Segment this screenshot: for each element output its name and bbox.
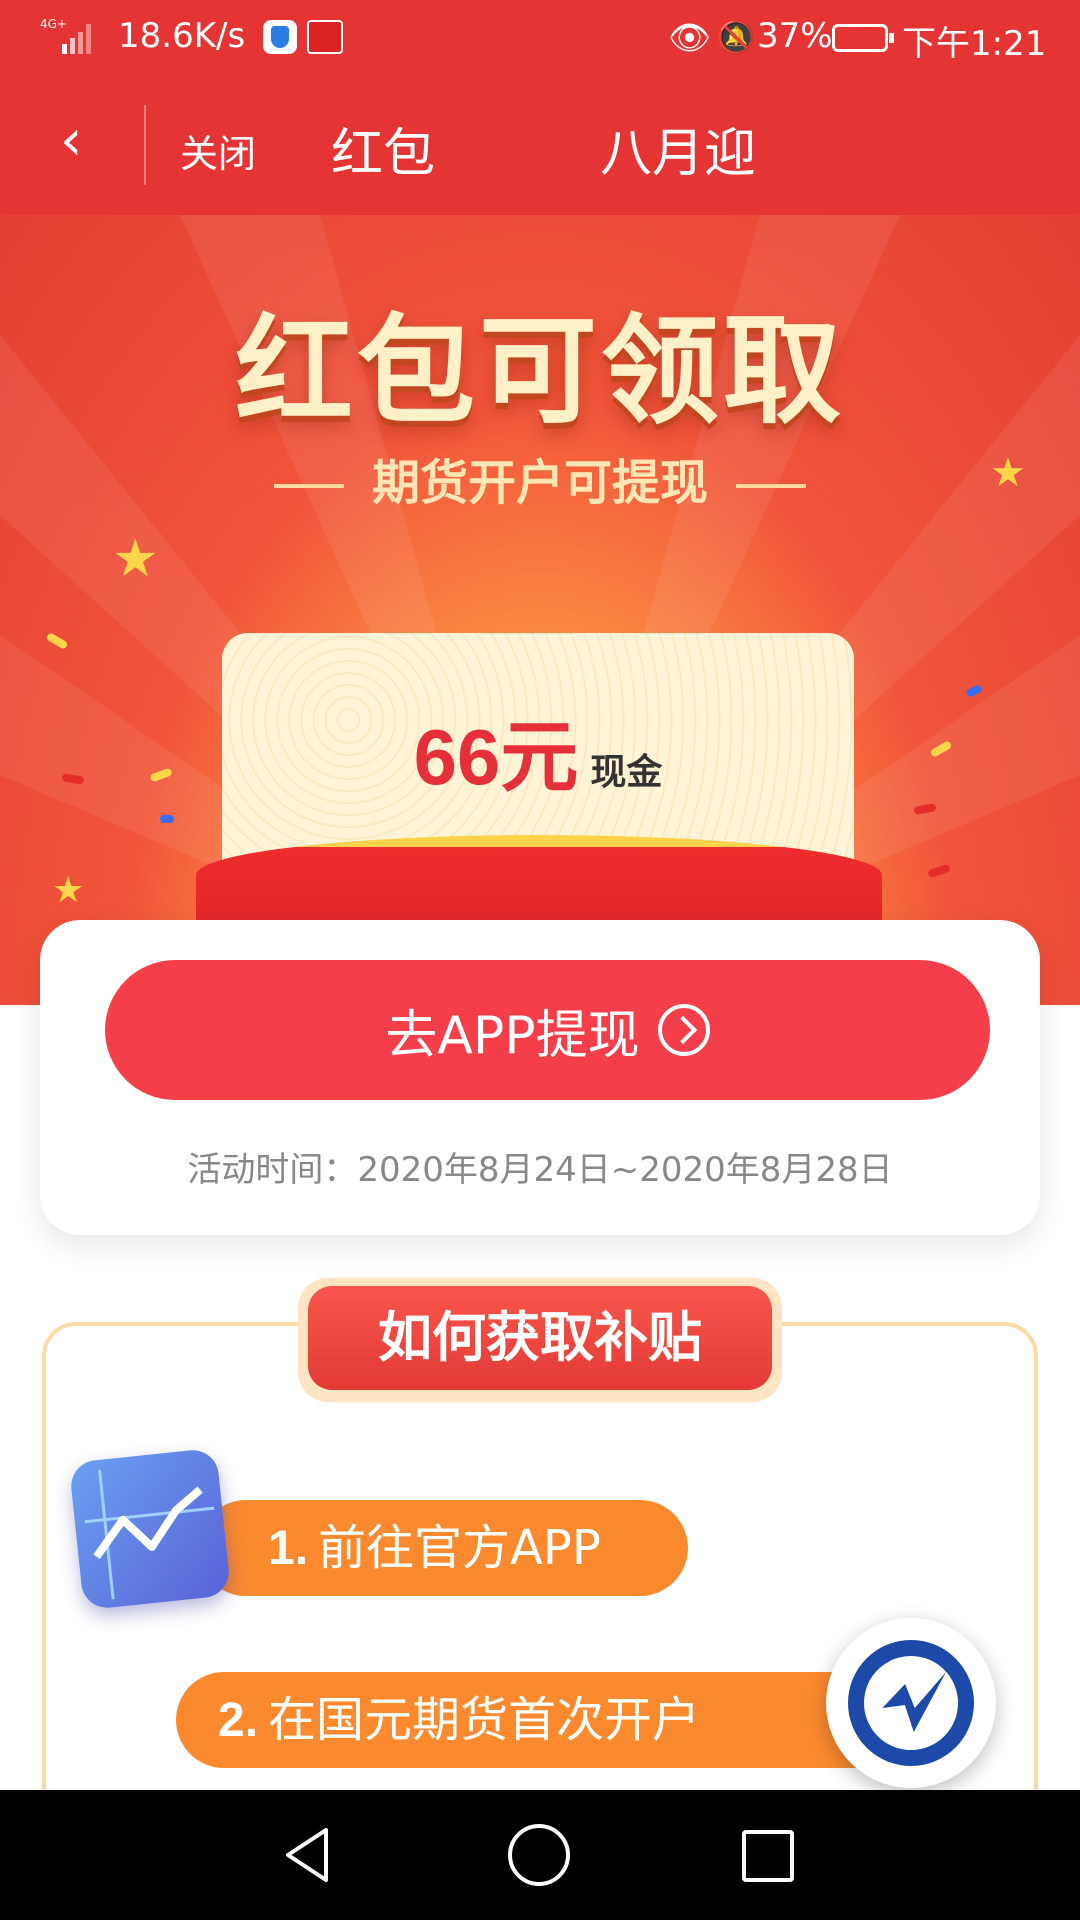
battery-percent: 37%: [757, 16, 833, 56]
withdraw-card: 去APP提现 活动时间：2020年8月24日~2020年8月28日: [40, 920, 1040, 1235]
amount-unit: 现金: [590, 752, 663, 793]
step-number: 2.: [218, 1694, 259, 1747]
confetti: [160, 815, 174, 823]
step-text: 前往官方APP: [318, 1520, 601, 1576]
status-bar: 4G+ 18.6K/s 👁 🔕 37% 下午1:21: [0, 0, 1080, 75]
howto-title: 如何获取补贴: [308, 1286, 772, 1390]
step-item-1: 1. 前往官方APP: [198, 1500, 688, 1596]
hero-subtitle: 期货开户可提现: [0, 443, 1080, 513]
step-number: 1.: [268, 1522, 309, 1575]
chevron-right-circle-icon: [657, 1004, 710, 1056]
battery-icon: [832, 24, 894, 52]
web-nav-bar: ‹ 关闭 红包 八月迎: [0, 75, 1080, 215]
svg-text:4G+: 4G+: [40, 17, 67, 31]
star-decoration: ★: [112, 529, 159, 589]
activity-period: 活动时间：2020年8月24日~2020年8月28日: [187, 1150, 893, 1190]
chart-app-icon: [68, 1447, 232, 1611]
cta-label: 去APP提现: [385, 1005, 640, 1066]
go-to-app-withdraw-button[interactable]: 去APP提现: [105, 960, 990, 1100]
amount-display: 66元 现金: [222, 695, 854, 807]
nav-home-icon[interactable]: [508, 1824, 570, 1886]
nav-recent-icon[interactable]: [742, 1830, 794, 1882]
clock: 下午1:21: [902, 24, 1047, 64]
hero-title: 红包可领取: [234, 301, 845, 440]
page-title-marquee: 红包 八月迎: [290, 111, 790, 181]
eye-icon: 👁: [668, 18, 712, 58]
app-notification-icon: [307, 20, 343, 54]
hero-subtitle-text: 期货开户可提现: [371, 455, 708, 511]
back-arrow-icon[interactable]: ‹: [60, 113, 120, 173]
mute-icon: 🔕: [716, 18, 756, 56]
shield-icon: [263, 20, 297, 54]
page-title-left: 红包: [330, 124, 435, 181]
hero-banner: ★ ★ ★ 红包可领取 期货开户可提现 66元 现金: [0, 215, 1080, 1005]
step-text: 在国元期货首次开户: [268, 1692, 701, 1748]
system-nav-bar: [0, 1790, 1080, 1920]
star-decoration: ★: [52, 870, 85, 911]
amount-value: 66元: [413, 713, 579, 801]
network-speed: 18.6K/s: [118, 16, 246, 56]
nav-divider: [144, 105, 146, 185]
brand-logo-icon[interactable]: [826, 1618, 996, 1788]
howto-header: 如何获取补贴: [298, 1278, 782, 1402]
close-button[interactable]: 关闭: [180, 123, 256, 178]
signal-icon: 4G+: [40, 17, 91, 54]
nav-back-icon[interactable]: [278, 1824, 340, 1886]
page-title-right: 八月迎: [600, 124, 757, 181]
